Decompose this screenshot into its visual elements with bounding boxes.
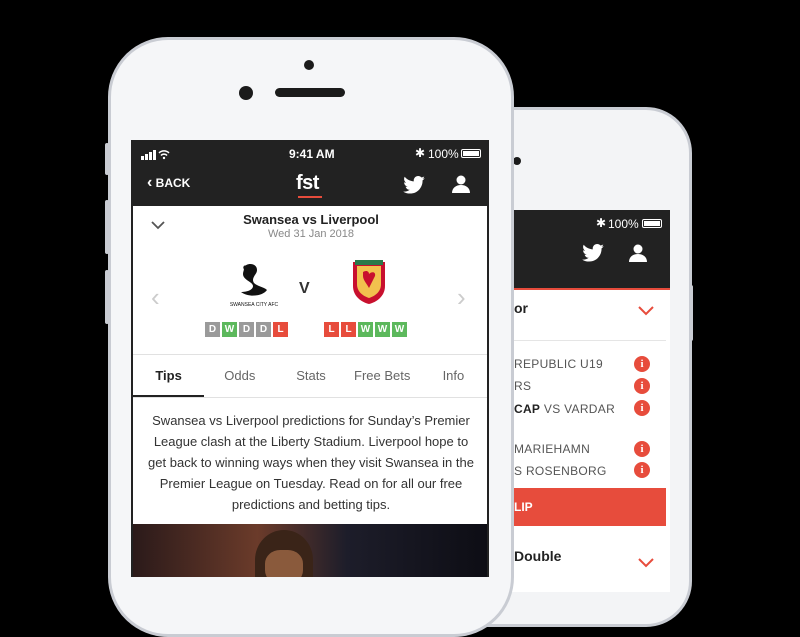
info-icon[interactable]: i — [634, 356, 650, 372]
form-badge: W — [375, 322, 390, 337]
form-badge: W — [392, 322, 407, 337]
battery-percent: 100% — [608, 217, 639, 231]
svg-text:SWANSEA CITY AFC: SWANSEA CITY AFC — [230, 302, 279, 308]
article-photo — [133, 524, 487, 577]
nav-bar — [510, 236, 670, 288]
match-date: Wed 31 Jan 2018 — [267, 228, 355, 240]
info-icon[interactable]: i — [634, 378, 650, 394]
battery-icon — [642, 219, 662, 228]
logo-underline — [298, 196, 322, 198]
camera — [304, 60, 314, 70]
versus-label: V — [299, 280, 310, 297]
tab-bar: Tips Odds Stats Free Bets Info — [133, 354, 487, 398]
chevron-down-icon[interactable] — [638, 306, 654, 316]
betslip-label: LIP — [514, 500, 533, 514]
side-button — [105, 270, 109, 324]
tab-free-bets[interactable]: Free Bets — [347, 355, 418, 397]
app-logo[interactable]: fst — [296, 172, 322, 198]
list-item[interactable]: REPUBLIC U19 — [514, 357, 603, 371]
swansea-crest-icon: SWANSEA CITY AFC — [230, 264, 279, 308]
user-icon[interactable] — [451, 175, 471, 193]
status-bar: ✱ 100% — [510, 212, 670, 236]
info-icon[interactable]: i — [634, 441, 650, 457]
accent-line — [510, 288, 670, 290]
camera — [513, 157, 521, 165]
chevron-left-icon[interactable]: ‹ — [151, 282, 160, 313]
home-form: DWDDL — [205, 319, 290, 337]
twitter-icon[interactable] — [403, 176, 425, 194]
back-button[interactable]: ‹ BACK — [147, 174, 190, 192]
background-phone-screen: ✱ 100% or REPUBLIC U19 i RS i CAP VS VAR… — [508, 210, 670, 592]
info-icon[interactable]: i — [634, 462, 650, 478]
betslip-button[interactable]: LIP — [510, 488, 666, 526]
chevron-down-icon[interactable] — [638, 558, 654, 568]
battery-percent: 100% — [428, 147, 459, 161]
side-button — [689, 285, 693, 341]
section-title: or — [514, 300, 528, 316]
phone-screen: 9:41 AM ✱ 100% ‹ BACK fst Swansea vs Liv… — [131, 140, 489, 577]
article-intro: Swansea vs Liverpool predictions for Sun… — [148, 413, 474, 512]
signal-icon — [141, 148, 171, 163]
tab-info[interactable]: Info — [418, 355, 487, 397]
tab-stats[interactable]: Stats — [275, 355, 346, 397]
tab-odds[interactable]: Odds — [204, 355, 275, 397]
section-title: Double — [514, 548, 562, 564]
liverpool-crest-icon — [353, 260, 385, 304]
teams-panel: ‹ › SWANSEA CITY AFC V DWDDL LLWWW — [133, 246, 487, 354]
player-face — [265, 550, 303, 577]
logo-text: fst — [296, 172, 319, 194]
tab-tips[interactable]: Tips — [133, 355, 205, 397]
divider — [510, 340, 666, 341]
twitter-icon[interactable] — [582, 244, 604, 262]
back-label: BACK — [155, 176, 191, 190]
list-item[interactable]: RS — [514, 379, 531, 393]
list-item[interactable]: CAP VS VARDAR — [514, 402, 615, 416]
form-badge: L — [273, 322, 288, 337]
nav-bar: ‹ BACK fst — [133, 166, 487, 206]
status-bar: 9:41 AM ✱ 100% — [133, 142, 487, 166]
match-header: Swansea vs Liverpool Wed 31 Jan 2018 — [133, 206, 487, 247]
away-form: LLWWW — [324, 319, 409, 337]
form-badge: W — [358, 322, 373, 337]
chevron-right-icon[interactable]: › — [457, 282, 466, 313]
form-badge: W — [222, 322, 237, 337]
status-time: 9:41 AM — [289, 147, 335, 161]
form-badge: D — [205, 322, 220, 337]
form-badge: D — [256, 322, 271, 337]
form-badge: L — [341, 322, 356, 337]
user-icon[interactable] — [628, 244, 648, 262]
side-button — [105, 200, 109, 254]
form-badge: D — [239, 322, 254, 337]
front-camera — [239, 86, 253, 100]
list-item[interactable]: S ROSENBORG — [514, 464, 607, 478]
bluetooth-icon: ✱ — [415, 146, 426, 160]
match-title: Swansea vs Liverpool — [243, 212, 379, 227]
bluetooth-icon: ✱ — [596, 216, 607, 230]
speaker-grille — [275, 88, 345, 97]
side-button — [105, 143, 109, 175]
list-item[interactable]: MARIEHAMN — [514, 442, 590, 456]
battery-icon — [461, 149, 481, 158]
form-badge: L — [324, 322, 339, 337]
chevron-left-icon: ‹ — [147, 174, 153, 191]
info-icon[interactable]: i — [634, 400, 650, 416]
